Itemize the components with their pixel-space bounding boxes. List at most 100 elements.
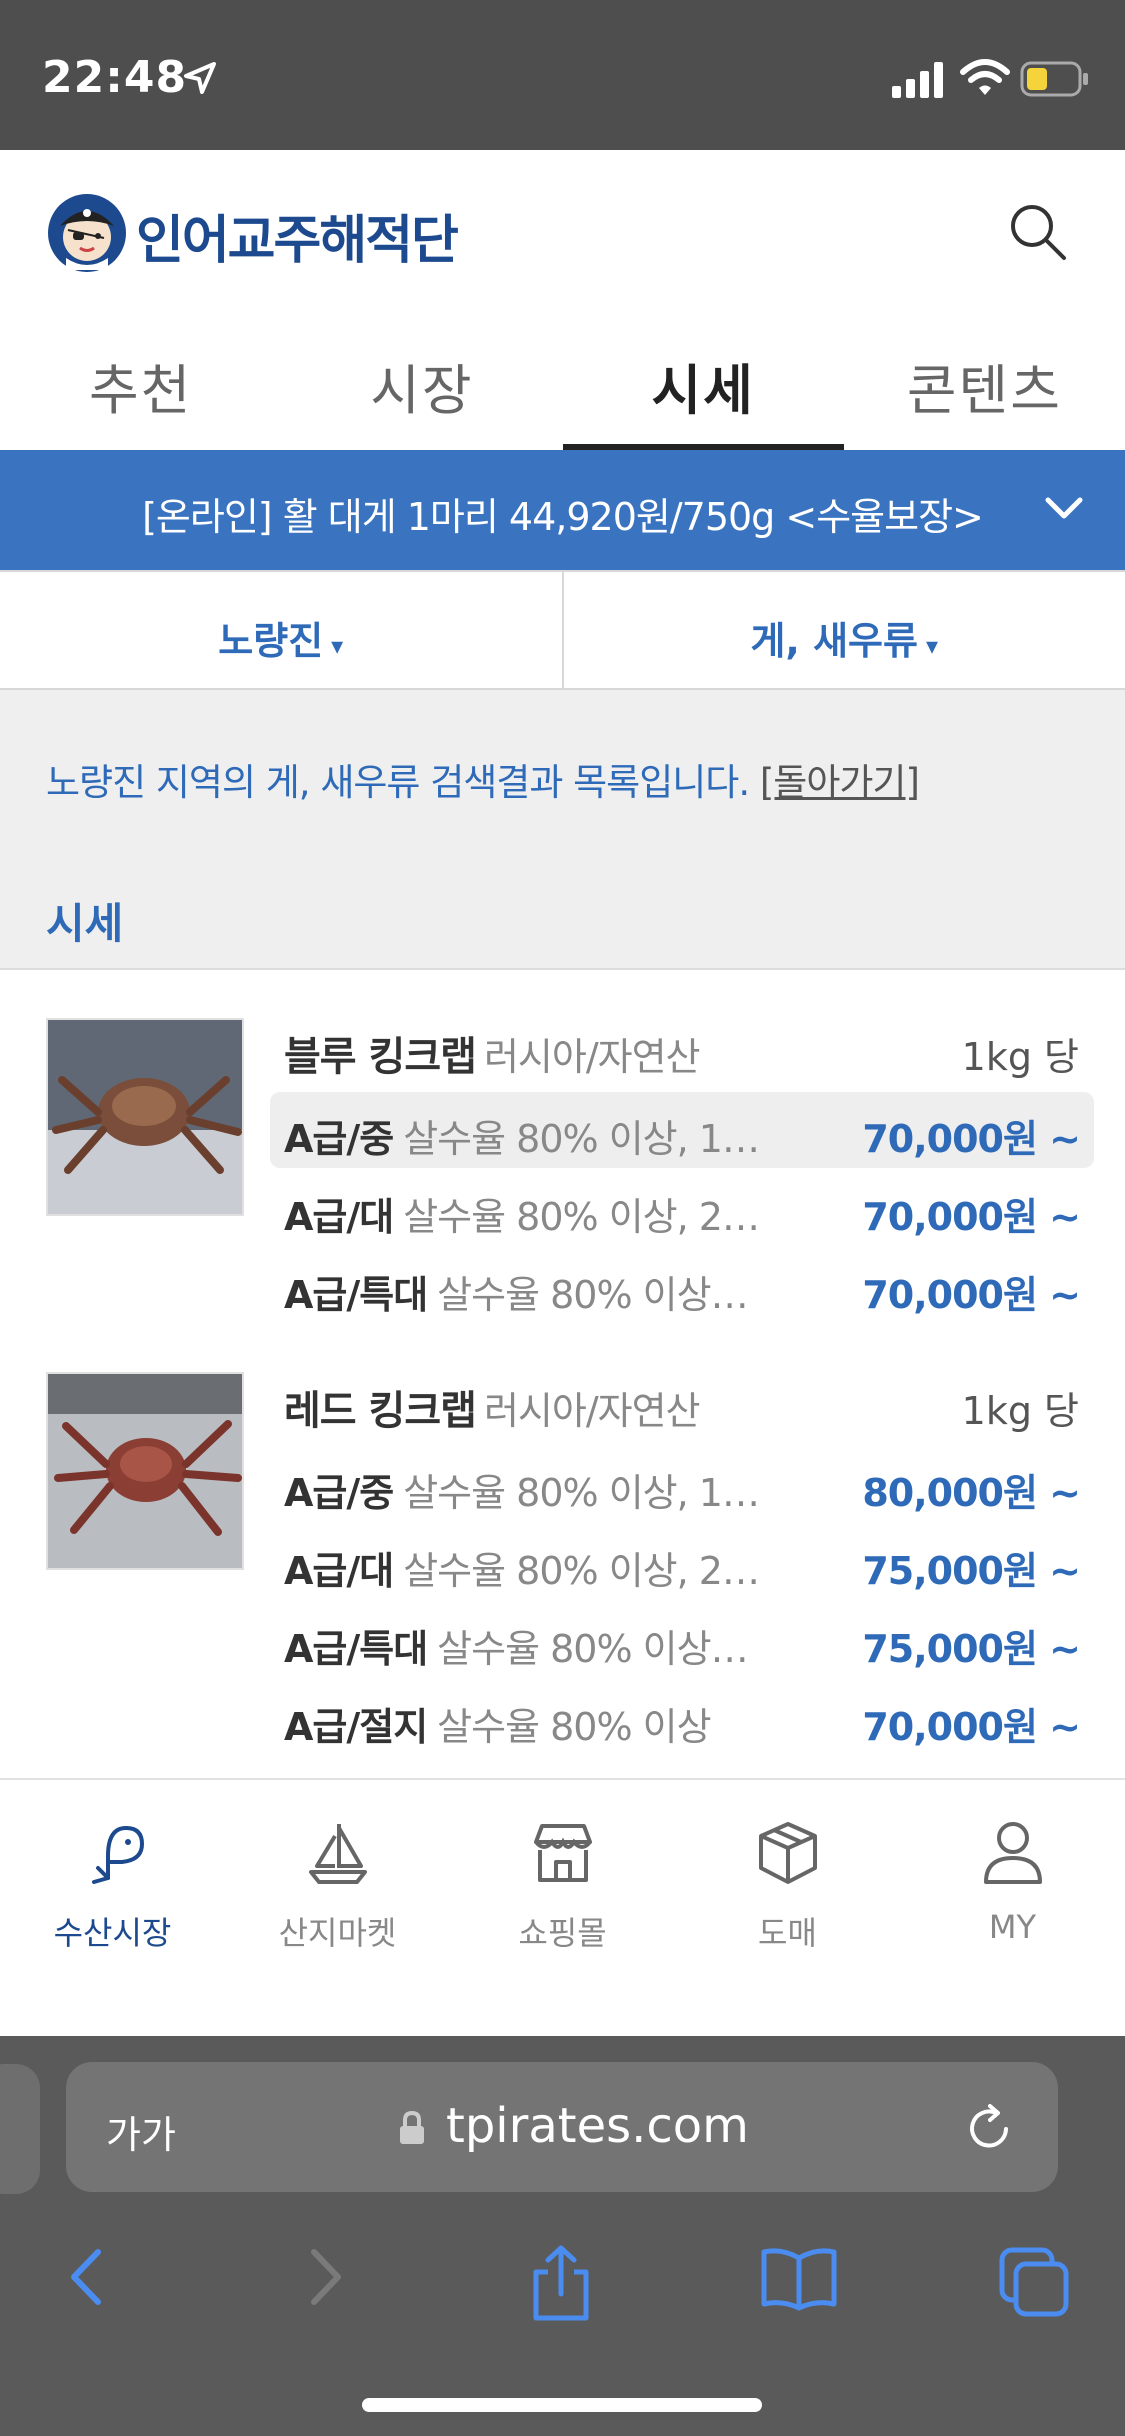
bookmarks-icon[interactable] (758, 2244, 840, 2314)
grade-desc: 살수율 80% 이상, 2… (403, 1549, 760, 1593)
grade-desc: 살수율 80% 이상, 1… (403, 1117, 760, 1161)
battery-icon (1020, 61, 1088, 97)
dropdown-triangle-icon: ▾ (925, 632, 939, 660)
grade-row[interactable]: A급/대 살수율 80% 이상, 2… 75,000원 ~ (270, 1524, 1094, 1600)
price-unit: 1kg 당 (961, 1035, 1079, 1079)
result-text: 노량진 지역의 게, 새우류 검색결과 목록입니다. (46, 761, 750, 804)
product-origin: 러시아/자연산 (483, 1035, 701, 1079)
grade-row[interactable]: A급/특대 살수율 80% 이상… 70,000원 ~ (270, 1248, 1094, 1324)
grade-name: A급/중 (284, 1471, 394, 1515)
screen: 22:48 인어교주해적단 추천 시장 시세 콘텐츠 [온라인] 활 대게 1마… (0, 0, 1125, 2436)
grade-row[interactable]: A급/대 살수율 80% 이상, 2… 70,000원 ~ (270, 1170, 1094, 1246)
grade-label: A급/중 살수율 80% 이상, 1… (284, 1462, 760, 1517)
tab-recommend[interactable]: 추천 (0, 300, 281, 450)
product-image[interactable] (46, 1018, 244, 1216)
reload-icon[interactable] (962, 2102, 1016, 2156)
grade-name: A급/대 (284, 1195, 394, 1239)
grade-name: A급/대 (284, 1549, 394, 1593)
search-result-message: 노량진 지역의 게, 새우류 검색결과 목록입니다. [돌아가기] (46, 752, 920, 806)
nav-fish-market[interactable]: 수산시장 (0, 1780, 225, 2036)
grade-price: 70,000원 ~ (862, 1117, 1081, 1161)
grade-desc: 살수율 80% 이상 (437, 1705, 711, 1749)
home-indicator (362, 2398, 762, 2412)
url-text[interactable]: tpirates.com (446, 2098, 749, 2154)
red-king-crab-image (48, 1374, 242, 1568)
product-image[interactable] (46, 1372, 244, 1570)
product-item[interactable]: 레드 킹크랩 러시아/자연산 1kg 당 A급/중 살수율 80% 이상, 1… 8… (0, 1362, 1125, 1776)
grade-price: 75,000원 ~ (862, 1549, 1081, 1593)
grade-label: A급/특대 살수율 80% 이상… (284, 1264, 749, 1319)
store-icon (533, 1824, 592, 1882)
wifi-icon (960, 59, 1010, 95)
tab-contents[interactable]: 콘텐츠 (844, 300, 1125, 450)
promo-banner[interactable]: [온라인] 활 대게 1마리 44,920원/750g <수율보장> (0, 450, 1125, 570)
filter-bar: 노량진 ▾ 게, 새우류 ▾ (0, 570, 1125, 690)
grade-name: A급/특대 (284, 1627, 428, 1671)
category-filter-label: 게, 새우류 (750, 619, 918, 663)
browser-toolbar (0, 2232, 1125, 2342)
status-time: 22:48 (42, 52, 188, 103)
address-bar[interactable]: 가가 tpirates.com (66, 2062, 1058, 2192)
grade-row[interactable]: A급/절지 살수율 80% 이상 70,000원 ~ (270, 1680, 1094, 1756)
price-unit: 1kg 당 (961, 1389, 1079, 1433)
tab-price[interactable]: 시세 (562, 300, 845, 450)
fish-hook-icon (91, 1825, 144, 1884)
person-icon (983, 1822, 1042, 1884)
grade-row[interactable]: A급/특대 살수율 80% 이상… 75,000원 ~ (270, 1602, 1094, 1678)
nav-label: 쇼핑몰 (518, 1914, 607, 1952)
product-title: 블루 킹크랩 러시아/자연산 (284, 1024, 701, 1082)
forward-icon[interactable] (302, 2244, 350, 2310)
dropdown-triangle-icon: ▾ (331, 632, 344, 660)
main-tabs: 추천 시장 시세 콘텐츠 (0, 300, 1125, 450)
sailboat-icon (308, 1824, 367, 1884)
nav-wholesale[interactable]: 도매 (675, 1780, 900, 2036)
product-item[interactable]: 블루 킹크랩 러시아/자연산 1kg 당 A급/중 살수율 80% 이상, 1… 7… (0, 972, 1125, 1362)
back-link[interactable]: [돌아가기] (760, 761, 920, 804)
search-info: 노량진 지역의 게, 새우류 검색결과 목록입니다. [돌아가기] 시세 (0, 690, 1125, 970)
grade-label: A급/대 살수율 80% 이상, 2… (284, 1186, 760, 1241)
location-arrow-icon (184, 62, 216, 94)
nav-origin-market[interactable]: 산지마켓 (225, 1780, 450, 2036)
nav-my[interactable]: MY (900, 1780, 1125, 2036)
blue-king-crab-image (48, 1020, 242, 1214)
previous-tab-stub[interactable] (0, 2064, 40, 2194)
back-icon[interactable] (62, 2244, 110, 2310)
search-icon[interactable] (1006, 200, 1070, 264)
tab-market[interactable]: 시장 (281, 300, 562, 450)
grade-name: A급/특대 (284, 1273, 428, 1317)
bottom-nav: 수산시장 산지마켓 쇼핑몰 도매 MY (0, 1778, 1125, 2036)
grade-row[interactable]: A급/중 살수율 80% 이상, 1… 80,000원 ~ (270, 1446, 1094, 1522)
grade-price: 70,000원 ~ (862, 1273, 1081, 1317)
text-size-button[interactable]: 가가 (106, 2104, 176, 2159)
section-title: 시세 (46, 899, 124, 948)
tabs-icon[interactable] (996, 2244, 1072, 2320)
lock-icon (400, 2110, 424, 2144)
site-header: 인어교주해적단 (0, 150, 1125, 300)
nav-label: 도매 (758, 1914, 817, 1952)
pirate-logo-icon[interactable] (46, 192, 128, 274)
nav-shopping-mall[interactable]: 쇼핑몰 (450, 1780, 675, 2036)
grade-price: 80,000원 ~ (862, 1471, 1081, 1515)
product-list: 블루 킹크랩 러시아/자연산 1kg 당 A급/중 살수율 80% 이상, 1… 7… (0, 972, 1125, 1776)
status-bar: 22:48 (0, 0, 1125, 150)
browser-chrome: 가가 tpirates.com (0, 2036, 1125, 2436)
region-filter[interactable]: 노량진 ▾ (0, 572, 562, 688)
grade-name: A급/절지 (284, 1705, 428, 1749)
product-name: 레드 킹크랩 (284, 1388, 477, 1434)
chevron-down-icon[interactable] (1044, 494, 1084, 524)
grade-label: A급/특대 살수율 80% 이상… (284, 1618, 749, 1673)
grade-row[interactable]: A급/중 살수율 80% 이상, 1… 70,000원 ~ (270, 1092, 1094, 1168)
grade-desc: 살수율 80% 이상, 1… (403, 1471, 760, 1515)
grade-price: 70,000원 ~ (862, 1195, 1081, 1239)
box-icon (758, 1822, 817, 1884)
product-name: 블루 킹크랩 (284, 1034, 477, 1080)
grade-desc: 살수율 80% 이상… (437, 1627, 748, 1671)
share-icon[interactable] (526, 2244, 596, 2324)
brand-name[interactable]: 인어교주해적단 (136, 198, 459, 273)
grade-price: 70,000원 ~ (862, 1705, 1081, 1749)
category-filter[interactable]: 게, 새우류 ▾ (561, 572, 1125, 688)
signal-icon (892, 62, 943, 98)
grade-label: A급/중 살수율 80% 이상, 1… (284, 1108, 760, 1163)
grade-label: A급/절지 살수율 80% 이상 (284, 1696, 712, 1751)
grade-desc: 살수율 80% 이상… (437, 1273, 748, 1317)
